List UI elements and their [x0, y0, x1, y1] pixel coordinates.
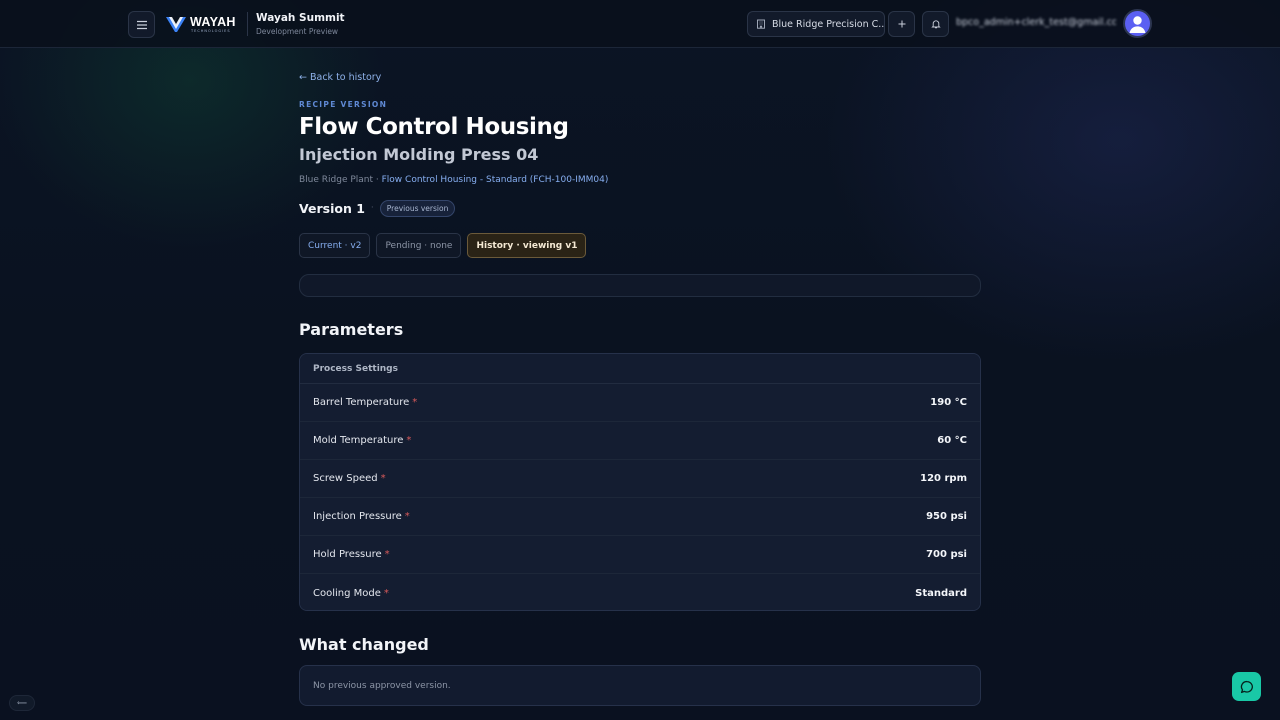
table-row: Hold Pressure * 700 psi	[300, 536, 980, 574]
parameter-value: 190 °C	[930, 397, 967, 408]
required-marker: *	[380, 473, 386, 484]
required-marker: *	[404, 511, 410, 522]
menu-button[interactable]	[128, 11, 155, 38]
version-tabs: Current · v2 Pending · none History · vi…	[299, 233, 587, 258]
tab-history[interactable]: History · viewing v1	[467, 233, 587, 258]
parameter-label: Screw Speed	[313, 473, 378, 484]
menu-icon	[136, 20, 147, 29]
parameter-value: 120 rpm	[920, 473, 967, 484]
plant-selector-label: Blue Ridge Precision C...	[772, 18, 884, 30]
parameter-label: Injection Pressure	[313, 511, 402, 522]
parameter-label: Hold Pressure	[313, 549, 382, 560]
app-name: Wayah Summit	[256, 12, 345, 24]
parameter-value: 700 psi	[926, 549, 967, 560]
parameter-name: Barrel Temperature *	[313, 397, 417, 408]
dev-tools-toggle[interactable]: ⟸	[9, 695, 35, 711]
required-marker: *	[406, 435, 412, 446]
breadcrumb: Blue Ridge Plant · Flow Control Housing …	[299, 175, 608, 185]
user-avatar-icon	[1129, 16, 1146, 33]
parameter-label: Cooling Mode	[313, 587, 381, 599]
building-icon	[757, 19, 765, 29]
table-row: Cooling Mode * Standard	[300, 574, 980, 610]
previous-version-badge: Previous version	[379, 199, 456, 217]
required-marker: *	[412, 397, 418, 408]
parameter-name: Mold Temperature *	[313, 435, 411, 446]
user-avatar[interactable]	[1123, 9, 1152, 38]
parameter-value: 60 °C	[937, 435, 967, 446]
version-label: Version 1	[299, 200, 365, 216]
header-divider	[247, 12, 248, 36]
parameter-name: Hold Pressure *	[313, 549, 390, 560]
tab-pending[interactable]: Pending · none	[376, 233, 462, 258]
page-subtitle: Injection Molding Press 04	[299, 145, 539, 164]
table-row: Injection Pressure * 950 psi	[300, 498, 980, 536]
top-bar: WAYAH TECHNOLOGIES Wayah Summit Developm…	[0, 0, 1280, 48]
version-row: Version 1 · Previous version	[299, 199, 456, 217]
back-to-history-link[interactable]: ← Back to history	[299, 72, 381, 83]
tab-current[interactable]: Current · v2	[299, 233, 371, 258]
page-title: Flow Control Housing	[299, 114, 569, 140]
what-changed-heading: What changed	[299, 635, 429, 654]
parameters-heading: Parameters	[299, 320, 404, 339]
chat-button[interactable]	[1232, 672, 1261, 701]
parameter-label: Mold Temperature	[313, 435, 404, 446]
company-logo[interactable]: WAYAH TECHNOLOGIES	[165, 12, 241, 36]
required-marker: *	[384, 549, 390, 560]
parameter-label: Barrel Temperature	[313, 397, 410, 408]
logo-mark-icon	[166, 17, 186, 32]
parameter-name: Injection Pressure *	[313, 511, 410, 522]
version-info-bar	[299, 274, 981, 297]
empty-state-text: No previous approved version.	[313, 680, 451, 691]
required-marker: *	[383, 587, 389, 599]
chat-bubble-icon	[1240, 680, 1253, 693]
bell-icon	[930, 20, 941, 29]
table-row: Screw Speed * 120 rpm	[300, 460, 980, 498]
logo-wordmark: WAYAH	[190, 15, 236, 29]
add-button[interactable]	[888, 11, 915, 37]
parameters-table: Process Settings Barrel Temperature * 190…	[299, 353, 981, 611]
table-row: Mold Temperature * 60 °C	[300, 422, 980, 460]
breadcrumb-plant: Blue Ridge Plant ·	[299, 175, 382, 185]
parameter-value: 950 psi	[926, 511, 967, 522]
app-environment: Development Preview	[256, 27, 339, 36]
recipe-link[interactable]: Flow Control Housing - Standard (FCH-100…	[382, 175, 609, 185]
parameter-group-title: Process Settings	[300, 354, 980, 384]
parameter-value: Standard	[915, 587, 967, 599]
user-email: bpco_admin+clerk_test@gmail.com	[956, 17, 1116, 28]
notifications-button[interactable]	[922, 11, 949, 37]
parameter-name: Screw Speed *	[313, 473, 386, 484]
page-eyebrow: RECIPE VERSION	[299, 100, 388, 109]
parameter-name: Cooling Mode *	[313, 588, 389, 599]
logo-subtext: TECHNOLOGIES	[191, 29, 231, 33]
plant-selector[interactable]: Blue Ridge Precision C...	[747, 11, 885, 37]
table-row: Barrel Temperature * 190 °C	[300, 384, 980, 422]
what-changed-panel: No previous approved version.	[299, 665, 981, 706]
version-separator: ·	[370, 203, 374, 213]
plus-icon	[898, 20, 905, 28]
